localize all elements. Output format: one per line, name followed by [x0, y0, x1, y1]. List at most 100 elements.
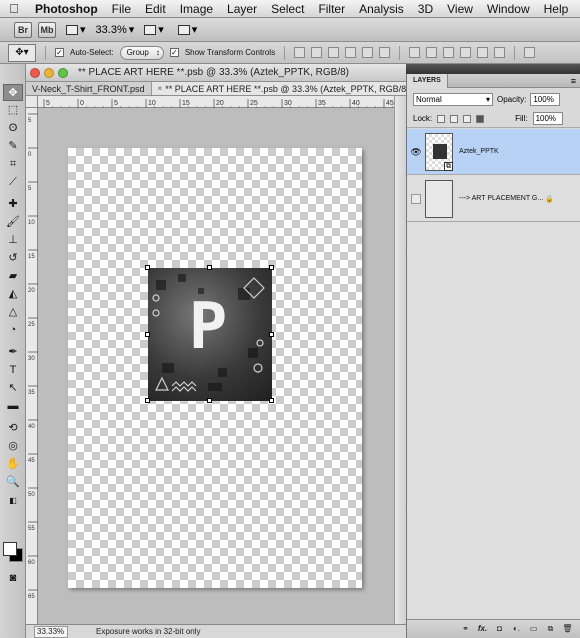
menu-file[interactable]: File	[105, 2, 138, 16]
foreground-color-swatch[interactable]	[3, 542, 17, 556]
align-horizontal-center-icon[interactable]	[362, 47, 374, 58]
tool-preset-picker[interactable]: ✥▾	[8, 43, 36, 62]
eraser-tool-icon[interactable]: ▰	[3, 268, 23, 285]
distribute-top-icon[interactable]	[409, 47, 421, 58]
distribute-right-icon[interactable]	[494, 47, 506, 58]
layer-row-aztek[interactable]: 👁 ⧉ Aztek_PPTK	[407, 129, 580, 175]
paint-bucket-tool-icon[interactable]: ◭	[3, 286, 23, 303]
eye-icon[interactable]: 👁	[410, 146, 422, 158]
zoom-tool-icon[interactable]: 🔍	[3, 474, 23, 491]
auto-select-checkbox[interactable]: ✓	[55, 48, 64, 57]
move-tool-icon[interactable]: ✥	[3, 84, 23, 101]
3d-orbit-tool-icon[interactable]: ◎	[3, 438, 23, 455]
menu-select[interactable]: Select	[264, 2, 311, 16]
opacity-field[interactable]: 100%	[530, 92, 561, 106]
auto-select-target-dropdown[interactable]: Group	[119, 45, 164, 60]
transform-handle-bottom-right[interactable]	[269, 398, 274, 403]
tab-layers[interactable]: LAYERS	[407, 73, 448, 88]
lock-position-icon[interactable]	[463, 114, 472, 123]
crop-tool-icon[interactable]: ⌗	[3, 156, 23, 173]
mask-icon[interactable]: ◘	[494, 624, 505, 634]
close-tab-icon[interactable]: ×	[158, 84, 163, 93]
menu-layer[interactable]: Layer	[220, 2, 264, 16]
transform-handle-top-left[interactable]	[145, 265, 150, 270]
clone-stamp-tool-icon[interactable]: ⊥	[3, 232, 23, 249]
vertical-ruler[interactable]: 5 0 5 10 15 20 25 30 35 40 45 50 55 60 65	[26, 108, 38, 624]
adjustment-icon[interactable]: ◐.	[511, 624, 522, 634]
align-bottom-icon[interactable]	[328, 47, 340, 58]
zoom-level-menu[interactable]: 33.3% ▾	[96, 23, 135, 37]
auto-align-layers-icon[interactable]	[524, 47, 536, 58]
menu-filter[interactable]: Filter	[311, 2, 352, 16]
status-message[interactable]: Exposure works in 32-bit only	[96, 627, 201, 636]
distribute-bottom-icon[interactable]	[443, 47, 455, 58]
menu-image[interactable]: Image	[173, 2, 220, 16]
lock-transparency-icon[interactable]	[437, 114, 446, 123]
canvas-area[interactable]: P	[38, 108, 394, 624]
menu-window[interactable]: Window	[480, 2, 537, 16]
view-extras-menu[interactable]: ▾	[62, 22, 90, 38]
menu-3d[interactable]: 3D	[411, 2, 440, 16]
ruler-origin[interactable]	[26, 96, 38, 108]
blur-tool-icon[interactable]: △	[3, 304, 23, 321]
lock-pixels-icon[interactable]	[450, 114, 459, 123]
trash-icon[interactable]: 🗑	[562, 624, 573, 634]
horizontal-ruler[interactable]: 5 0 5 10 15 20 25 30 35 40 45	[38, 96, 410, 109]
align-top-icon[interactable]	[294, 47, 306, 58]
quick-selection-tool-icon[interactable]: ✎	[3, 138, 23, 155]
fx-icon[interactable]: fx.	[477, 624, 488, 634]
fill-field[interactable]: 100%	[532, 112, 563, 125]
show-transform-checkbox[interactable]: ✓	[169, 48, 179, 57]
document-page[interactable]: P	[68, 148, 362, 588]
menu-app-name[interactable]: Photoshop	[28, 2, 105, 16]
transform-handle-top[interactable]	[207, 265, 212, 270]
new-layer-icon[interactable]: ⧉	[545, 624, 556, 634]
link-icon[interactable]: ⚭	[460, 624, 471, 634]
mini-bridge-button[interactable]: Mb	[38, 21, 56, 38]
healing-brush-tool-icon[interactable]: ✚	[3, 196, 23, 213]
screen-mode-menu[interactable]: ▾	[174, 22, 202, 38]
placed-artwork[interactable]: P	[145, 265, 274, 403]
marquee-tool-icon[interactable]: ⬚	[3, 102, 23, 119]
eyedropper-tool-icon[interactable]: ⟋	[3, 174, 23, 191]
distribute-hcenter-icon[interactable]	[477, 47, 489, 58]
pen-tool-icon[interactable]: ✒	[3, 344, 23, 361]
panel-menu-icon[interactable]: ≡	[571, 76, 576, 86]
tab-place-art[interactable]: × ** PLACE ART HERE **.psb @ 33.3% (Aztek…	[151, 82, 417, 95]
apple-logo-icon[interactable]: 	[0, 1, 28, 16]
arrange-documents-menu[interactable]: ▾	[140, 22, 168, 38]
vertical-scrollbar[interactable]	[394, 96, 406, 624]
folder-icon[interactable]: ▭	[528, 624, 539, 634]
dodge-tool-icon[interactable]: ◔	[3, 322, 23, 339]
zoom-window-icon[interactable]	[58, 67, 68, 78]
align-left-icon[interactable]	[345, 47, 357, 58]
history-brush-tool-icon[interactable]: ↺	[3, 250, 23, 267]
brush-tool-icon[interactable]: 🖌	[3, 214, 23, 231]
blend-mode-dropdown[interactable]: Normal ▾	[413, 92, 493, 106]
align-vertical-center-icon[interactable]	[311, 47, 323, 58]
lock-all-icon[interactable]	[476, 114, 485, 123]
visibility-toggle[interactable]	[411, 193, 421, 204]
status-zoom-field[interactable]: 33.33%	[34, 625, 68, 638]
path-selection-tool-icon[interactable]: ↖	[3, 380, 23, 397]
hand-tool-icon[interactable]: ✋	[3, 456, 23, 473]
transform-handle-bottom[interactable]	[207, 398, 212, 403]
tab-vneck-shirt[interactable]: V-Neck_T-Shirt_FRONT.psd	[26, 82, 152, 95]
menu-view[interactable]: View	[440, 2, 480, 16]
distribute-left-icon[interactable]	[460, 47, 472, 58]
transform-handle-bottom-left[interactable]	[145, 398, 150, 403]
transform-handle-top-right[interactable]	[269, 265, 274, 270]
type-tool-icon[interactable]: T	[3, 362, 23, 379]
minimize-window-icon[interactable]	[44, 67, 54, 78]
lasso-tool-icon[interactable]: ʘ	[3, 120, 23, 137]
transform-handle-right[interactable]	[269, 332, 274, 337]
close-window-icon[interactable]	[30, 67, 40, 78]
shape-tool-icon[interactable]: ▬	[3, 398, 23, 415]
panel-collapse-bar[interactable]	[406, 64, 580, 74]
transform-handle-left[interactable]	[145, 332, 150, 337]
menu-help[interactable]: Help	[537, 2, 576, 16]
3d-rotate-tool-icon[interactable]: ⟲	[3, 420, 23, 437]
menu-edit[interactable]: Edit	[138, 2, 173, 16]
quick-mask-icon[interactable]: ◙	[3, 570, 23, 587]
distribute-center-icon[interactable]	[426, 47, 438, 58]
